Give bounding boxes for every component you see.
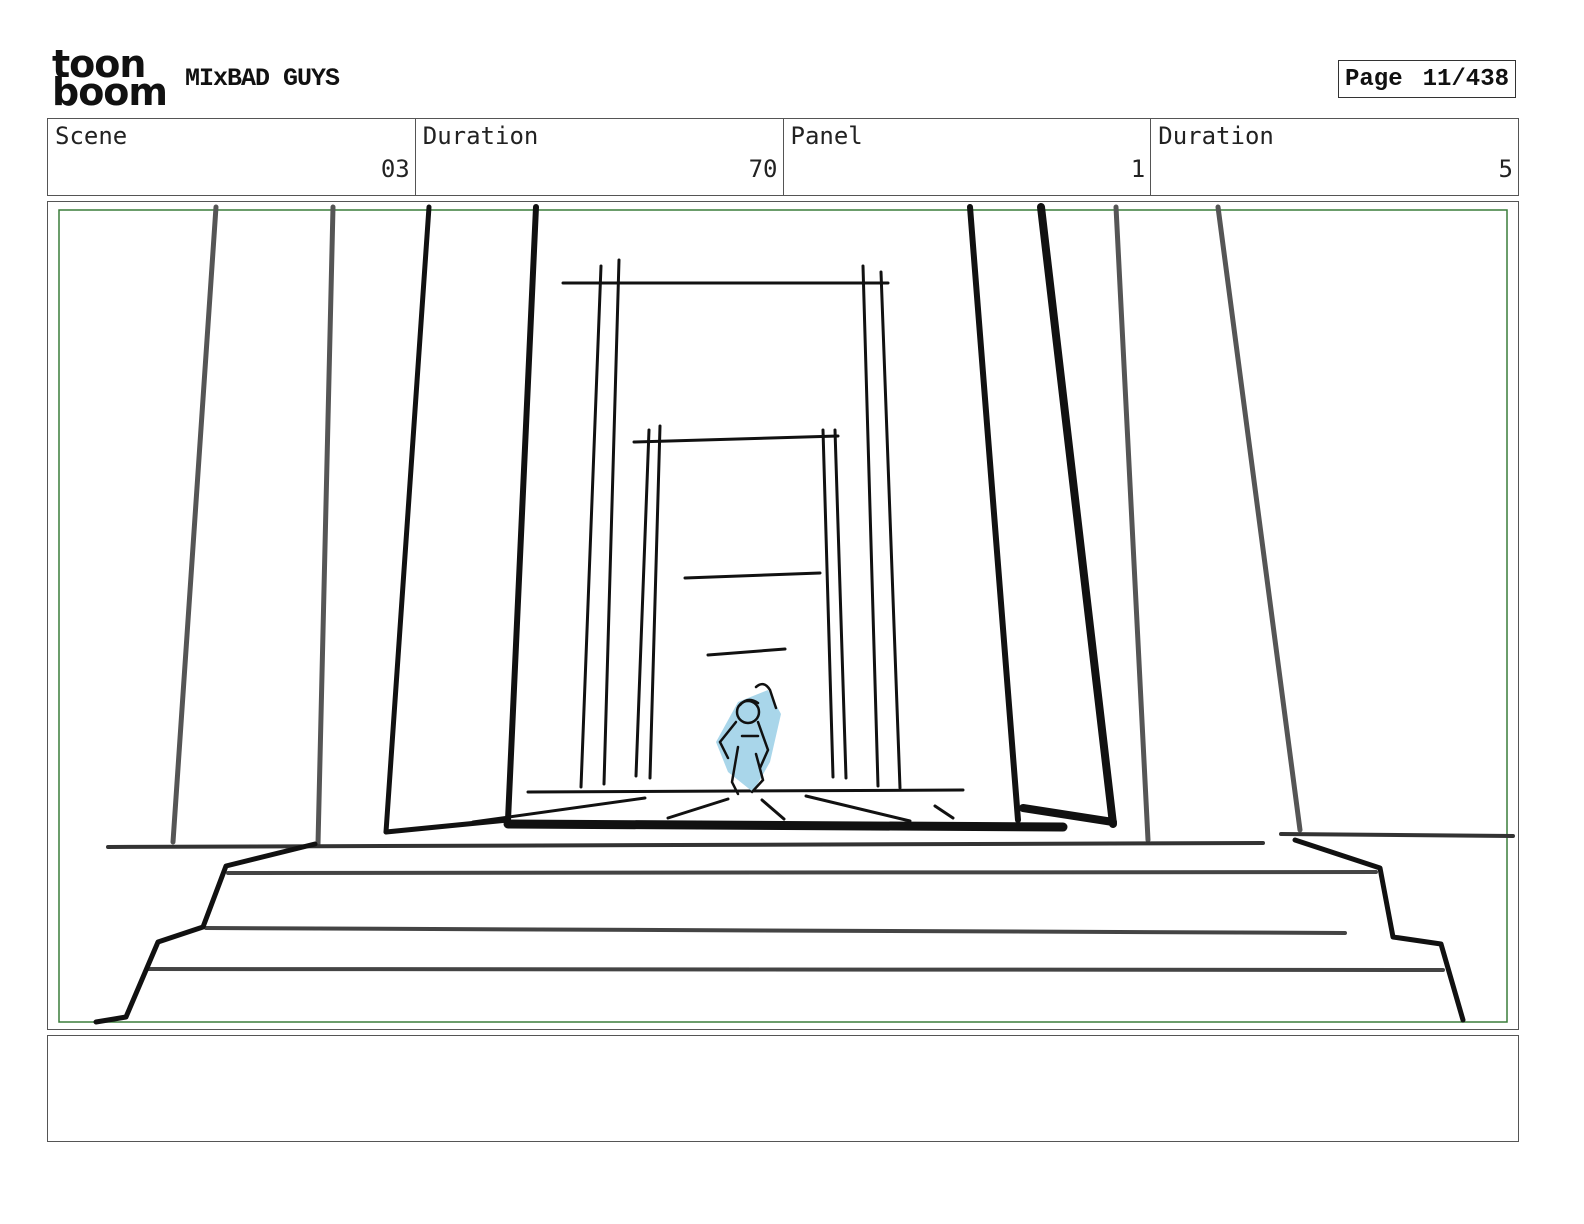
- page-label: Page: [1345, 65, 1403, 93]
- floor-lines: [471, 794, 955, 824]
- steps: [93, 832, 1515, 1025]
- scene-duration-label: Duration: [422, 122, 539, 150]
- safe-frame: [58, 209, 1508, 1023]
- page-number: 11/438: [1422, 65, 1509, 93]
- scene-duration-cell: Duration 70: [416, 119, 784, 195]
- panel-cell: Panel 1: [784, 119, 1152, 195]
- panel-label: Panel: [790, 122, 863, 150]
- panel-duration-cell: Duration 5: [1151, 119, 1518, 195]
- panel-notes: [47, 1035, 1519, 1142]
- panel-duration-value: 5: [1498, 155, 1513, 183]
- scene-value: 03: [380, 155, 410, 183]
- scene-label: Scene: [55, 122, 128, 150]
- character-sketch: [716, 682, 781, 796]
- page-indicator: Page 11/438: [1338, 60, 1516, 98]
- project-title: MIxBAD GUYS: [185, 64, 340, 93]
- panel-duration-label: Duration: [1158, 122, 1274, 150]
- panel-sketch: [58, 203, 1515, 1025]
- panel-value: 1: [1130, 155, 1146, 183]
- scene-cell: Scene 03: [48, 119, 416, 195]
- scene-info-bar: Scene 03 Duration 70 Panel 1 Duration 5: [47, 118, 1519, 196]
- scene-duration-value: 70: [748, 155, 778, 183]
- toon-boom-logo: toon boom: [52, 45, 168, 114]
- logo-line-2: boom: [52, 70, 168, 114]
- storyboard-panel: [47, 201, 1519, 1030]
